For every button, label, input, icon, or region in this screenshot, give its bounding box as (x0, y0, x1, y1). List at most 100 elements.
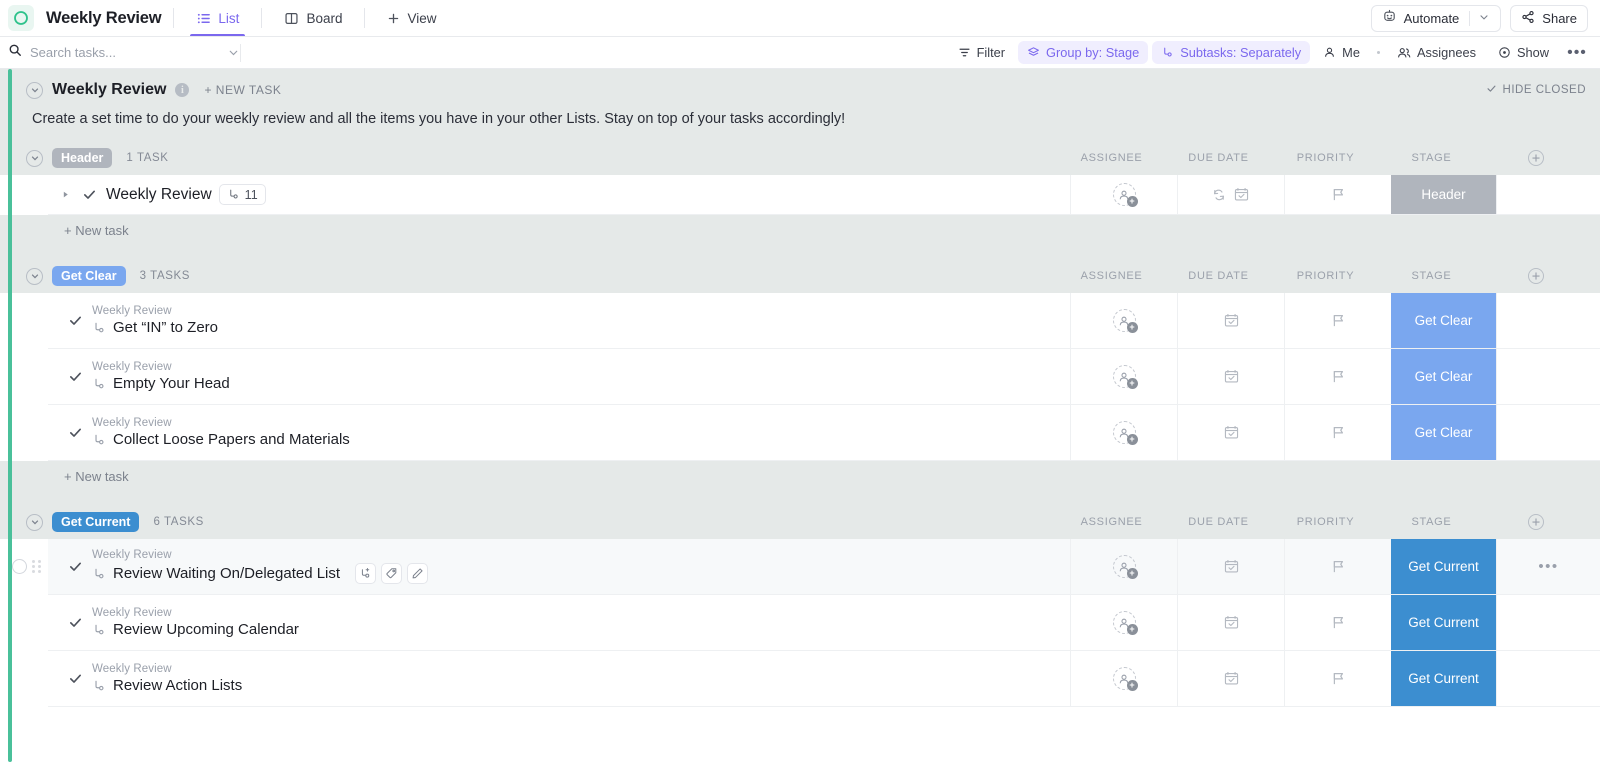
table-row[interactable]: Weekly Review Review Upcoming Calendar + Ge… (48, 595, 1600, 651)
new-task-header-button[interactable]: + NEW TASK (204, 83, 281, 97)
hide-closed-button[interactable]: HIDE CLOSED (1486, 83, 1586, 97)
task-group-badge[interactable]: Header (52, 148, 113, 168)
column-header-stage[interactable]: STAGE (1379, 270, 1484, 282)
priority-flag-icon[interactable] (1331, 671, 1346, 686)
add-subtask-icon[interactable] (355, 563, 377, 584)
column-header-assignee[interactable]: ASSIGNEE (1058, 270, 1165, 282)
priority-flag-icon[interactable] (1331, 187, 1346, 202)
drag-handle-icon[interactable] (32, 560, 41, 573)
column-header-due-date[interactable]: DUE DATE (1165, 270, 1272, 282)
task-status-checkbox[interactable] (58, 313, 92, 328)
table-row[interactable]: Weekly Review Review Action Lists + Get Cur… (48, 651, 1600, 707)
row-select-checkbox[interactable] (12, 559, 27, 574)
task-status-checkbox[interactable] (58, 425, 92, 440)
task-status-checkbox[interactable] (72, 187, 106, 202)
calendar-icon[interactable] (1223, 670, 1240, 687)
avatar-placeholder-icon[interactable]: + (1112, 183, 1138, 207)
task-group-badge[interactable]: Get Current (52, 512, 140, 532)
column-header-stage[interactable]: STAGE (1379, 152, 1484, 164)
filter-button[interactable]: Filter (949, 41, 1014, 64)
group-by-button[interactable]: Group by: Stage (1018, 41, 1149, 64)
collapse-list-icon[interactable] (26, 81, 43, 99)
edit-pencil-icon[interactable] (407, 563, 429, 584)
new-task-row[interactable]: + New task (0, 215, 1600, 245)
assignee-cell[interactable]: + (1070, 349, 1177, 404)
parent-task-breadcrumb[interactable]: Weekly Review (92, 361, 230, 373)
share-button[interactable]: Share (1510, 4, 1588, 32)
priority-flag-icon[interactable] (1331, 615, 1346, 630)
parent-task-breadcrumb[interactable]: Weekly Review (92, 305, 218, 317)
task-title[interactable]: Get “IN” to Zero (113, 319, 218, 336)
assignee-cell[interactable]: + (1070, 175, 1177, 214)
task-status-checkbox[interactable] (58, 369, 92, 384)
tag-icon[interactable] (381, 563, 403, 584)
priority-flag-icon[interactable] (1331, 313, 1346, 328)
chevron-down-icon[interactable] (1478, 11, 1490, 26)
priority-flag-icon[interactable] (1331, 425, 1346, 440)
add-assignee-icon[interactable]: + (1126, 434, 1138, 445)
priority-cell[interactable] (1284, 175, 1391, 214)
column-header-due-date[interactable]: DUE DATE (1165, 152, 1272, 164)
column-header-priority[interactable]: PRIORITY (1272, 270, 1379, 282)
priority-cell[interactable] (1284, 405, 1391, 460)
tab-list[interactable]: List (186, 0, 249, 36)
priority-flag-icon[interactable] (1331, 369, 1346, 384)
add-assignee-icon[interactable]: + (1126, 196, 1138, 207)
due-date-cell[interactable] (1177, 405, 1284, 460)
column-header-priority[interactable]: PRIORITY (1272, 516, 1379, 528)
parent-task-breadcrumb[interactable]: Weekly Review (92, 607, 299, 619)
workspace-logo-icon[interactable] (8, 5, 34, 31)
parent-task-breadcrumb[interactable]: Weekly Review (92, 549, 428, 561)
priority-flag-icon[interactable] (1331, 559, 1346, 574)
table-row[interactable]: Weekly Review 11 + Header (48, 175, 1600, 215)
priority-cell[interactable] (1284, 293, 1391, 348)
collapse-group-icon[interactable] (26, 267, 43, 285)
calendar-icon[interactable] (1223, 614, 1240, 631)
assignees-filter-button[interactable]: Assignees (1388, 41, 1485, 64)
task-title[interactable]: Empty Your Head (113, 375, 230, 392)
due-date-cell[interactable] (1177, 595, 1284, 650)
task-title[interactable]: Collect Loose Papers and Materials (113, 431, 350, 448)
show-button[interactable]: Show (1489, 41, 1558, 64)
column-header-due-date[interactable]: DUE DATE (1165, 516, 1272, 528)
calendar-icon[interactable] (1223, 424, 1240, 441)
avatar-placeholder-icon[interactable]: + (1112, 555, 1138, 579)
due-date-cell[interactable] (1177, 651, 1284, 706)
due-date-cell[interactable] (1177, 349, 1284, 404)
calendar-icon[interactable] (1223, 312, 1240, 329)
task-status-checkbox[interactable] (58, 671, 92, 686)
add-column-icon[interactable] (1528, 268, 1544, 284)
table-row[interactable]: Weekly Review Collect Loose Papers and Ma… (48, 405, 1600, 461)
status-badge[interactable]: Get Current (1391, 595, 1496, 650)
status-badge[interactable]: Get Current (1391, 539, 1496, 594)
assignee-cell[interactable]: + (1070, 595, 1177, 650)
avatar-placeholder-icon[interactable]: + (1112, 667, 1138, 691)
row-more-button[interactable]: ••• (1538, 559, 1558, 574)
task-title[interactable]: Review Action Lists (113, 677, 242, 694)
search-input[interactable] (30, 45, 180, 60)
assignee-cell[interactable]: + (1070, 405, 1177, 460)
assignee-cell[interactable]: + (1070, 293, 1177, 348)
chevron-down-icon[interactable] (227, 46, 240, 59)
info-icon[interactable]: i (175, 83, 190, 97)
expand-arrow-icon[interactable] (58, 190, 72, 199)
column-header-assignee[interactable]: ASSIGNEE (1058, 152, 1165, 164)
more-options-button[interactable]: ••• (1566, 42, 1588, 64)
add-column-icon[interactable] (1528, 514, 1544, 530)
add-column-icon[interactable] (1528, 150, 1544, 166)
parent-task-breadcrumb[interactable]: Weekly Review (92, 663, 242, 675)
tab-board[interactable]: Board (274, 0, 352, 36)
task-status-checkbox[interactable] (58, 559, 92, 574)
assignee-cell[interactable]: + (1070, 651, 1177, 706)
calendar-icon[interactable] (1223, 368, 1240, 385)
add-assignee-icon[interactable]: + (1126, 568, 1138, 579)
avatar-placeholder-icon[interactable]: + (1112, 309, 1138, 333)
parent-task-breadcrumb[interactable]: Weekly Review (92, 417, 350, 429)
due-date-cell[interactable] (1177, 539, 1284, 594)
task-title[interactable]: Review Waiting On/Delegated List (113, 565, 340, 582)
avatar-placeholder-icon[interactable]: + (1112, 421, 1138, 445)
avatar-placeholder-icon[interactable]: + (1112, 611, 1138, 635)
calendar-icon[interactable] (1223, 558, 1240, 575)
task-title[interactable]: Weekly Review (106, 186, 212, 204)
column-header-assignee[interactable]: ASSIGNEE (1058, 516, 1165, 528)
